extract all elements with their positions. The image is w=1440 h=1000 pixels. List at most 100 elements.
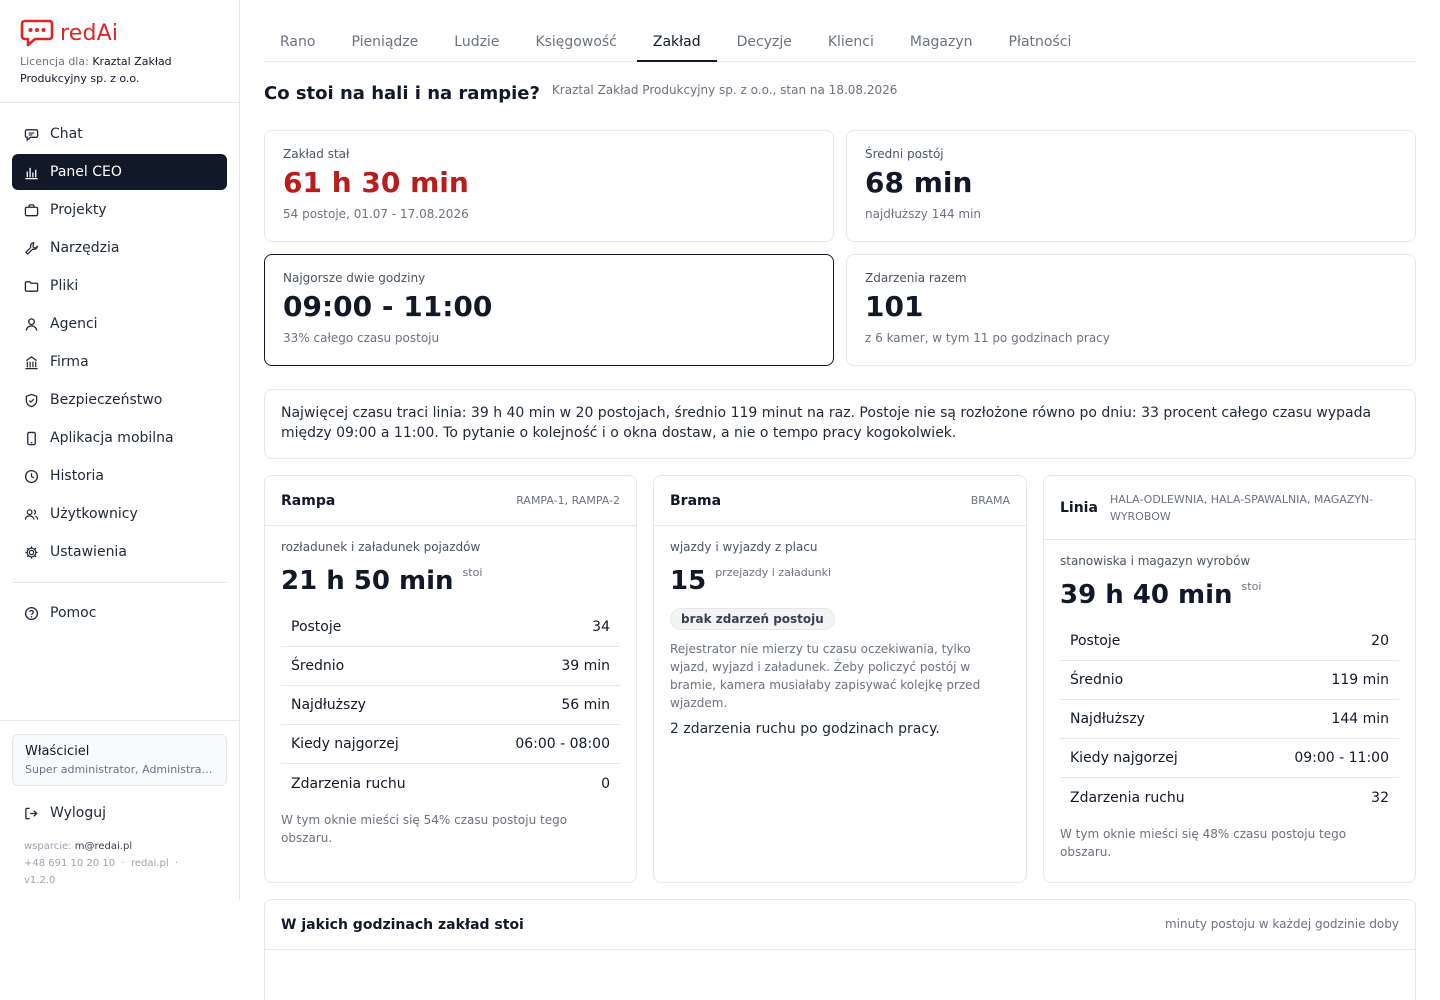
zone-camera-tags: BRAMA bbox=[970, 494, 1010, 507]
zone-body: stanowiska i magazyn wyrobów 39 h 40 min… bbox=[1044, 540, 1415, 875]
gear-icon bbox=[25, 545, 38, 559]
zone-title: Brama bbox=[670, 492, 722, 509]
support-contact-line: +48 691 10 20 10 · redai.pl · bbox=[24, 855, 178, 872]
stat-label: Najdłuższy bbox=[291, 697, 366, 713]
license-prefix: Licencja dla: bbox=[20, 55, 89, 68]
stat-label: Średnio bbox=[291, 658, 345, 674]
hours-panel-note: minuty postoju w każdej godzinie doby bbox=[1164, 917, 1399, 931]
sidebar-item-label: Agenci bbox=[50, 316, 98, 332]
logout-icon bbox=[25, 807, 38, 819]
zone-title: Linia bbox=[1060, 499, 1098, 516]
tab-magazyn[interactable]: Magazyn bbox=[894, 22, 989, 62]
sidebar-item-firma[interactable]: Firma bbox=[12, 344, 227, 380]
page-header: Co stoi na hali i na rampie? Kraztal Zak… bbox=[264, 83, 897, 104]
folder-icon bbox=[24, 280, 39, 292]
sidebar-item-chat[interactable]: Chat bbox=[12, 116, 227, 152]
sidebar-item-label: Aplikacja mobilna bbox=[50, 430, 174, 446]
stat-label: Najdłuższy bbox=[1070, 711, 1145, 727]
zone-camera-tags: RAMPA-1, RAMPA-2 bbox=[516, 494, 620, 507]
sidebar-item-label: Pomoc bbox=[50, 605, 97, 621]
logout-button[interactable]: Wyloguj bbox=[12, 795, 227, 831]
sidebar-item-bezpieczenstwo[interactable]: Bezpieczeństwo bbox=[12, 382, 227, 418]
kpi-value: 101 bbox=[865, 290, 924, 323]
zone-metric-unit: przejazdy i załadunki bbox=[715, 566, 832, 579]
zone-metric-unit: stoi bbox=[1241, 580, 1262, 593]
support-site-link[interactable]: redai.pl bbox=[131, 858, 169, 869]
kpi-card-downtime: Zakład stał 61 h 30 min 54 postoje, 01.0… bbox=[264, 130, 834, 242]
user-role: Super administrator, Administrator bbox=[25, 763, 214, 776]
table-row: Postoje 20 bbox=[1060, 622, 1399, 661]
kpi-value: 68 min bbox=[865, 166, 973, 199]
sidebar-item-label: Panel CEO bbox=[50, 164, 122, 180]
sidebar-item-historia[interactable]: Historia bbox=[12, 458, 227, 494]
stat-value: 09:00 - 11:00 bbox=[1294, 750, 1389, 766]
table-row: Zdarzenia ruchu 32 bbox=[1060, 778, 1399, 817]
zone-body: wjazdy i wyjazdy z placu 15 przejazdy i … bbox=[654, 526, 1026, 751]
sidebar-item-agenci[interactable]: Agenci bbox=[12, 306, 227, 342]
zone-footnote: W tym oknie mieści się 48% czasu postoju… bbox=[1060, 827, 1347, 859]
sidebar-item-projekty[interactable]: Projekty bbox=[12, 192, 227, 228]
tab-decyzje[interactable]: Decyzje bbox=[721, 22, 808, 62]
sidebar-item-label: Chat bbox=[50, 126, 83, 142]
stat-label: Postoje bbox=[291, 619, 342, 635]
zone-title: Rampa bbox=[281, 492, 336, 509]
app-version: v1.2.0 bbox=[24, 875, 56, 886]
sidebar-item-uzytkownicy[interactable]: Użytkownicy bbox=[12, 496, 227, 532]
tab-pieniadze[interactable]: Pieniądze bbox=[335, 22, 434, 62]
sidebar-item-label: Bezpieczeństwo bbox=[50, 392, 163, 408]
sidebar-item-pliki[interactable]: Pliki bbox=[12, 268, 227, 304]
logout-label: Wyloguj bbox=[50, 805, 106, 821]
stat-label: Kiedy najgorzej bbox=[291, 736, 399, 752]
table-row: Kiedy najgorzej 06:00 - 08:00 bbox=[281, 725, 620, 764]
sidebar-item-label: Użytkownicy bbox=[50, 506, 138, 522]
kpi-label: Średni postój bbox=[865, 147, 944, 161]
tab-ludzie[interactable]: Ludzie bbox=[438, 22, 515, 62]
zone-description: wjazdy i wyjazdy z placu bbox=[670, 540, 818, 554]
sidebar-item-panel-ceo[interactable]: Panel CEO bbox=[12, 154, 227, 190]
table-row: Postoje 34 bbox=[281, 608, 620, 647]
tab-klienci[interactable]: Klienci bbox=[812, 22, 890, 62]
table-row: Najdłuższy 144 min bbox=[1060, 700, 1399, 739]
kpi-note: najdłuższy 144 min bbox=[865, 207, 982, 221]
brand-name: redAi bbox=[60, 20, 119, 46]
stat-value: 119 min bbox=[1331, 672, 1389, 688]
stat-value: 39 min bbox=[561, 658, 610, 674]
tab-rano[interactable]: Rano bbox=[264, 22, 331, 62]
stat-label: Zdarzenia ruchu bbox=[1070, 789, 1185, 806]
logout-section: Wyloguj bbox=[12, 795, 227, 833]
summary-text: Najwięcej czasu traci linia: 39 h 40 min… bbox=[281, 405, 1372, 441]
zone-metric-value: 15 bbox=[670, 566, 707, 596]
support-phone[interactable]: +48 691 10 20 10 bbox=[24, 858, 115, 869]
summary-box: Najwięcej czasu traci linia: 39 h 40 min… bbox=[264, 389, 1416, 459]
brand[interactable]: redAi bbox=[20, 18, 118, 48]
table-row: Średnio 39 min bbox=[281, 647, 620, 686]
kpi-card-events: Zdarzenia razem 101 z 6 kamer, w tym 11 … bbox=[846, 254, 1416, 366]
zone-header: Brama BRAMA bbox=[654, 476, 1026, 526]
zone-card-rampa: Rampa RAMPA-1, RAMPA-2 rozładunek i zała… bbox=[264, 475, 637, 883]
zone-description: stanowiska i magazyn wyrobów bbox=[1060, 554, 1251, 568]
sidebar-item-pomoc[interactable]: Pomoc bbox=[12, 595, 227, 631]
zone-body: rozładunek i załadunek pojazdów 21 h 50 … bbox=[265, 526, 636, 861]
briefcase-icon bbox=[24, 203, 39, 216]
stat-label: Średnio bbox=[1070, 672, 1124, 688]
zone-footnote: W tym oknie mieści się 54% czasu postoju… bbox=[281, 813, 568, 845]
page-subtitle: Kraztal Zakład Produkcyjny sp. z o.o., s… bbox=[551, 83, 898, 97]
support-email-link[interactable]: m@redai.pl bbox=[75, 841, 132, 852]
zone-stats-table: Postoje 20 Średnio 119 min Najdłuższy 144 m… bbox=[1060, 622, 1399, 817]
tab-zaklad[interactable]: Zakład bbox=[636, 22, 717, 62]
kpi-label: Najgorsze dwie godziny bbox=[283, 271, 426, 285]
tab-ksiegowosc[interactable]: Księgowość bbox=[519, 22, 632, 62]
bar-chart-icon bbox=[25, 167, 38, 179]
sidebar-divider bbox=[0, 102, 239, 103]
sidebar-item-label: Narzędzia bbox=[50, 240, 120, 256]
kpi-label: Zdarzenia razem bbox=[865, 271, 967, 285]
users-icon bbox=[24, 508, 39, 520]
zone-card-linia: Linia HALA-ODLEWNIA, HALA-SPAWALNIA, MAG… bbox=[1043, 475, 1416, 883]
tab-platnosci[interactable]: Płatności bbox=[993, 22, 1088, 62]
user-card[interactable]: Właściciel Super administrator, Administ… bbox=[12, 734, 227, 786]
sidebar-item-narzedzia[interactable]: Narzędzia bbox=[12, 230, 227, 266]
sidebar-item-aplikacja-mobilna[interactable]: Aplikacja mobilna bbox=[12, 420, 227, 456]
sidebar-item-label: Pliki bbox=[50, 278, 79, 294]
zone-after-hours-note: 2 zdarzenia ruchu po godzinach pracy. bbox=[670, 721, 940, 737]
sidebar-item-ustawienia[interactable]: Ustawienia bbox=[12, 534, 227, 570]
